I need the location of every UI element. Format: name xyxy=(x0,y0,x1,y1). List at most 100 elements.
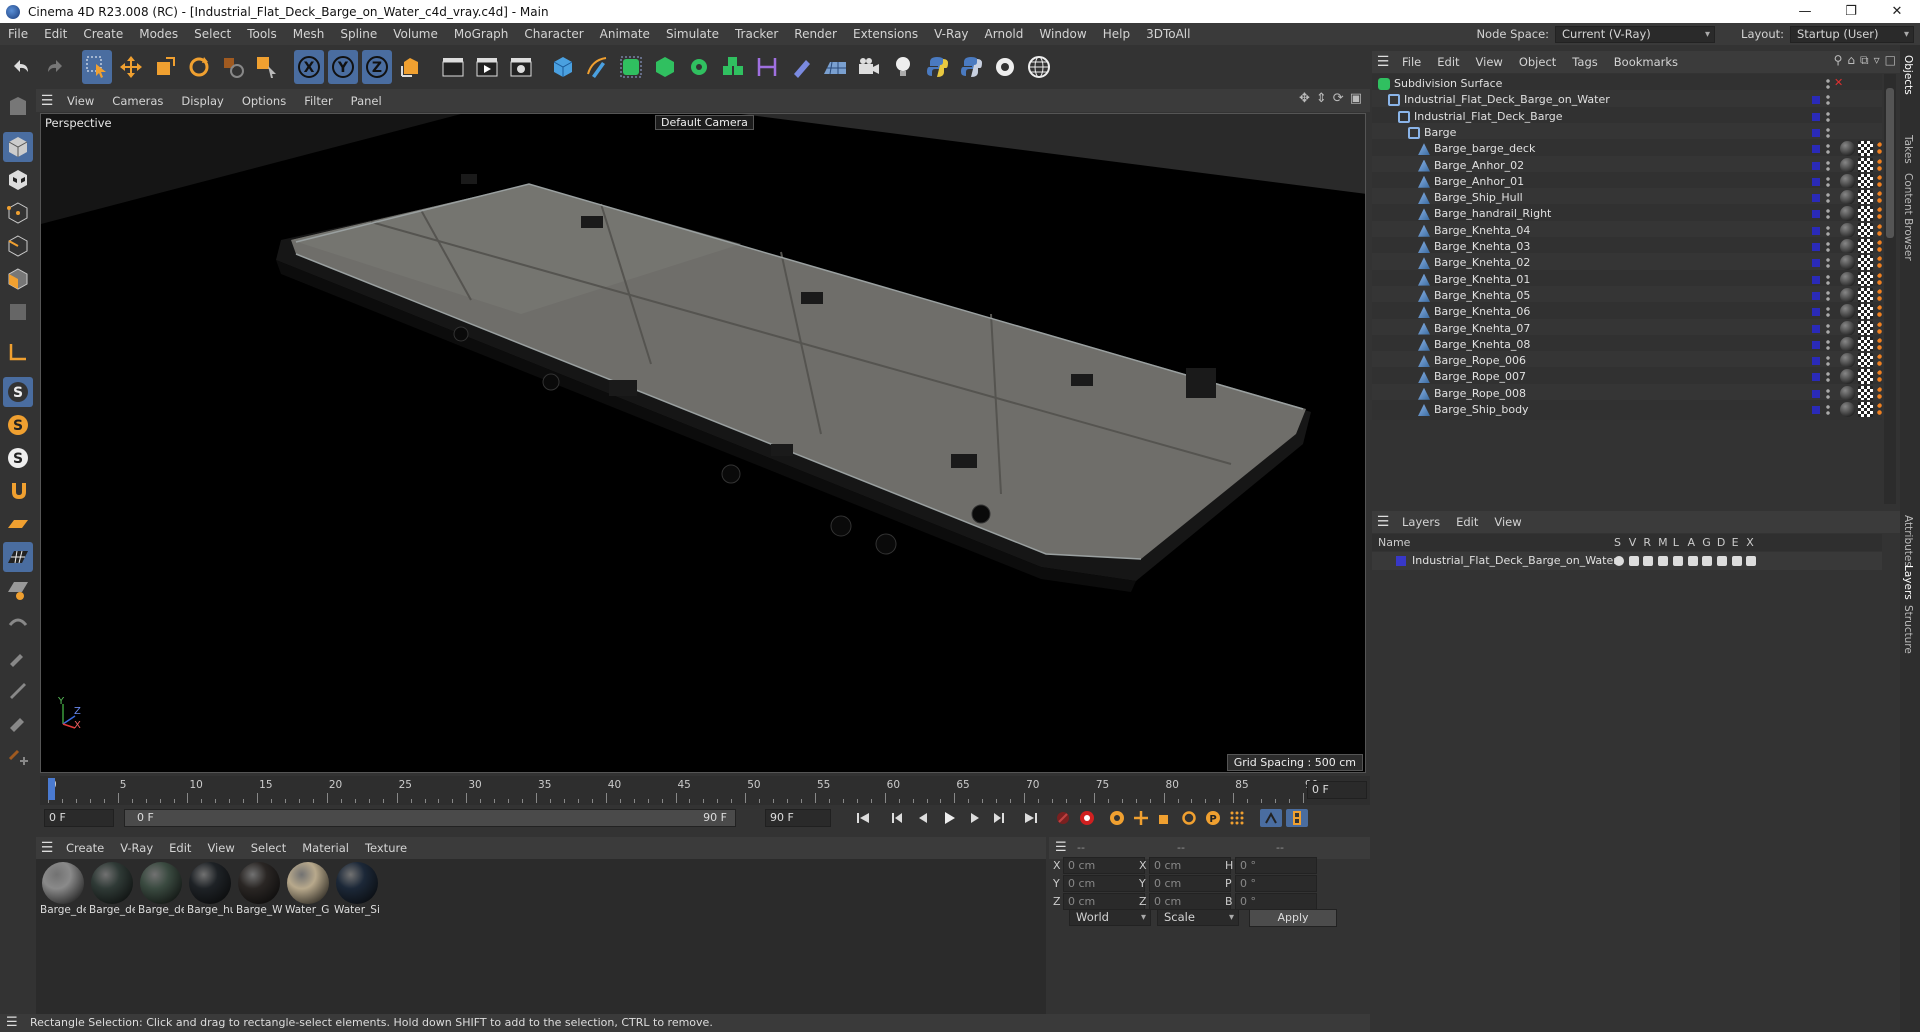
manager-icon[interactable] xyxy=(1658,556,1669,566)
model-mode-button[interactable] xyxy=(3,132,33,162)
side-tab-attributes[interactable]: Attributes xyxy=(1902,515,1914,567)
coord-value-field[interactable]: 0 cm xyxy=(1149,875,1231,892)
uv-checker-tag-icon[interactable] xyxy=(1858,173,1873,189)
menu-render[interactable]: Render xyxy=(786,27,845,41)
layer-color-swatch[interactable] xyxy=(1812,340,1820,349)
material-tag-icon[interactable] xyxy=(1840,304,1855,320)
visibility-dots-icon[interactable] xyxy=(1826,387,1830,400)
home-icon[interactable]: ⌂ xyxy=(1847,53,1855,68)
end-frame-field[interactable]: 90 F xyxy=(765,809,831,827)
material-tag-icon[interactable] xyxy=(1840,287,1855,303)
coordinate-system-button[interactable] xyxy=(396,50,426,84)
toggle-view-icon[interactable]: ▣ xyxy=(1350,91,1362,106)
pan-view-icon[interactable]: ✥ xyxy=(1299,91,1310,106)
key-scale-button[interactable] xyxy=(1154,809,1176,827)
edge-mode-button[interactable] xyxy=(3,231,33,261)
view-icon[interactable] xyxy=(1628,556,1639,566)
objects-menu-bookmarks[interactable]: Bookmarks xyxy=(1606,55,1686,69)
grid-plane-button[interactable] xyxy=(3,542,33,572)
visibility-dots-icon[interactable] xyxy=(1826,355,1830,368)
objects-menu-view[interactable]: View xyxy=(1468,55,1511,69)
menu-modes[interactable]: Modes xyxy=(131,27,186,41)
visibility-dots-icon[interactable] xyxy=(1826,208,1830,221)
z-axis-lock-button[interactable]: Z xyxy=(362,50,392,84)
vray-tag-icon[interactable] xyxy=(1876,369,1882,385)
uv-mode-button[interactable] xyxy=(3,297,33,327)
menu-simulate[interactable]: Simulate xyxy=(658,27,727,41)
material-tag-icon[interactable] xyxy=(1840,271,1855,287)
viewport-menu-cameras[interactable]: Cameras xyxy=(103,94,172,108)
status-hamburger-icon[interactable]: ☰ xyxy=(6,1014,18,1032)
previous-frame-button[interactable] xyxy=(912,809,934,827)
material-tag-icon[interactable] xyxy=(1840,369,1855,385)
deformer-button[interactable] xyxy=(752,50,782,84)
vray-tag-icon[interactable] xyxy=(1876,157,1882,173)
side-tab-structure[interactable]: Structure xyxy=(1902,605,1914,654)
vray-tag-icon[interactable] xyxy=(1876,141,1882,157)
vray-tag-icon[interactable] xyxy=(1876,402,1882,417)
layer-color-swatch[interactable] xyxy=(1812,389,1820,398)
deformers-icon[interactable] xyxy=(1716,556,1727,566)
magnet-button[interactable] xyxy=(3,476,33,506)
close-button[interactable]: ✕ xyxy=(1874,0,1920,23)
menu-tracker[interactable]: Tracker xyxy=(727,27,786,41)
lock-workplane-button[interactable] xyxy=(3,575,33,605)
node-space-dropdown[interactable]: Current (V-Ray) xyxy=(1555,25,1716,43)
add-tool-button[interactable] xyxy=(3,740,33,770)
menu-edit[interactable]: Edit xyxy=(36,27,75,41)
key-rotation-button[interactable] xyxy=(1178,809,1200,827)
layout-dropdown[interactable]: Startup (User) xyxy=(1790,25,1914,43)
vray-tag-icon[interactable] xyxy=(1876,320,1882,336)
material-swatch[interactable]: Water_Si xyxy=(334,862,380,920)
vray-settings-button[interactable] xyxy=(990,50,1020,84)
vray-tag-icon[interactable] xyxy=(1876,190,1882,206)
objects-menu-object[interactable]: Object xyxy=(1511,55,1564,69)
objects-menu-tags[interactable]: Tags xyxy=(1564,55,1605,69)
visibility-dots-icon[interactable] xyxy=(1826,224,1830,237)
side-tab-layers[interactable]: Layers xyxy=(1902,565,1914,600)
vray-tag-icon[interactable] xyxy=(1876,239,1882,254)
uv-checker-tag-icon[interactable] xyxy=(1858,402,1873,417)
vray-tag-icon[interactable] xyxy=(1876,353,1882,369)
layer-column-r[interactable]: R xyxy=(1643,536,1651,549)
vray-tag-icon[interactable] xyxy=(1876,287,1882,303)
material-tag-icon[interactable] xyxy=(1840,385,1855,401)
material-tag-icon[interactable] xyxy=(1840,222,1855,238)
solo-icon[interactable] xyxy=(1614,556,1624,566)
coord-value-field[interactable]: 0 cm xyxy=(1149,857,1231,874)
layer-color-swatch[interactable] xyxy=(1812,96,1820,105)
layer-color-swatch[interactable] xyxy=(1812,259,1820,268)
xref-icon[interactable] xyxy=(1746,556,1757,566)
visibility-dots-icon[interactable] xyxy=(1826,143,1830,156)
snap-settings-button[interactable]: S xyxy=(3,410,33,440)
menu-select[interactable]: Select xyxy=(186,27,239,41)
layer-column-l[interactable]: L xyxy=(1673,536,1679,549)
visibility-dots-icon[interactable] xyxy=(1826,371,1830,384)
side-tab-takes[interactable]: Takes xyxy=(1902,135,1914,164)
material-tag-icon[interactable] xyxy=(1840,190,1855,206)
viewport-menu-view[interactable]: View xyxy=(58,94,103,108)
polygon-mode-button[interactable] xyxy=(3,264,33,294)
playhead[interactable] xyxy=(48,778,55,800)
record-keys-button[interactable] xyxy=(1052,809,1074,827)
layer-color-swatch[interactable] xyxy=(1812,275,1820,284)
layer-column-m[interactable]: M xyxy=(1658,536,1668,549)
filter-icon[interactable]: ▿ xyxy=(1874,53,1880,68)
objects-hamburger-icon[interactable]: ☰ xyxy=(1372,51,1394,73)
objects-menu-edit[interactable]: Edit xyxy=(1429,55,1467,69)
uv-checker-tag-icon[interactable] xyxy=(1858,336,1873,352)
orbit-view-icon[interactable]: ⟳ xyxy=(1333,91,1344,106)
key-parameter-button[interactable]: P xyxy=(1202,809,1224,827)
keyframe-selection-button[interactable] xyxy=(1106,809,1128,827)
layer-color-swatch[interactable] xyxy=(1812,161,1820,170)
material-swatch[interactable]: Barge_de xyxy=(40,862,86,920)
visibility-dots-icon[interactable] xyxy=(1826,159,1830,172)
layer-column-g[interactable]: G xyxy=(1702,536,1711,549)
previous-key-button[interactable] xyxy=(886,809,908,827)
material-menu-material[interactable]: Material xyxy=(294,841,357,855)
layer-color-swatch[interactable] xyxy=(1812,291,1820,300)
material-swatch[interactable]: Barge_de xyxy=(138,862,184,920)
coord-value-field[interactable]: 0 cm xyxy=(1063,875,1145,892)
uv-checker-tag-icon[interactable] xyxy=(1858,320,1873,336)
floor-button[interactable] xyxy=(820,50,850,84)
